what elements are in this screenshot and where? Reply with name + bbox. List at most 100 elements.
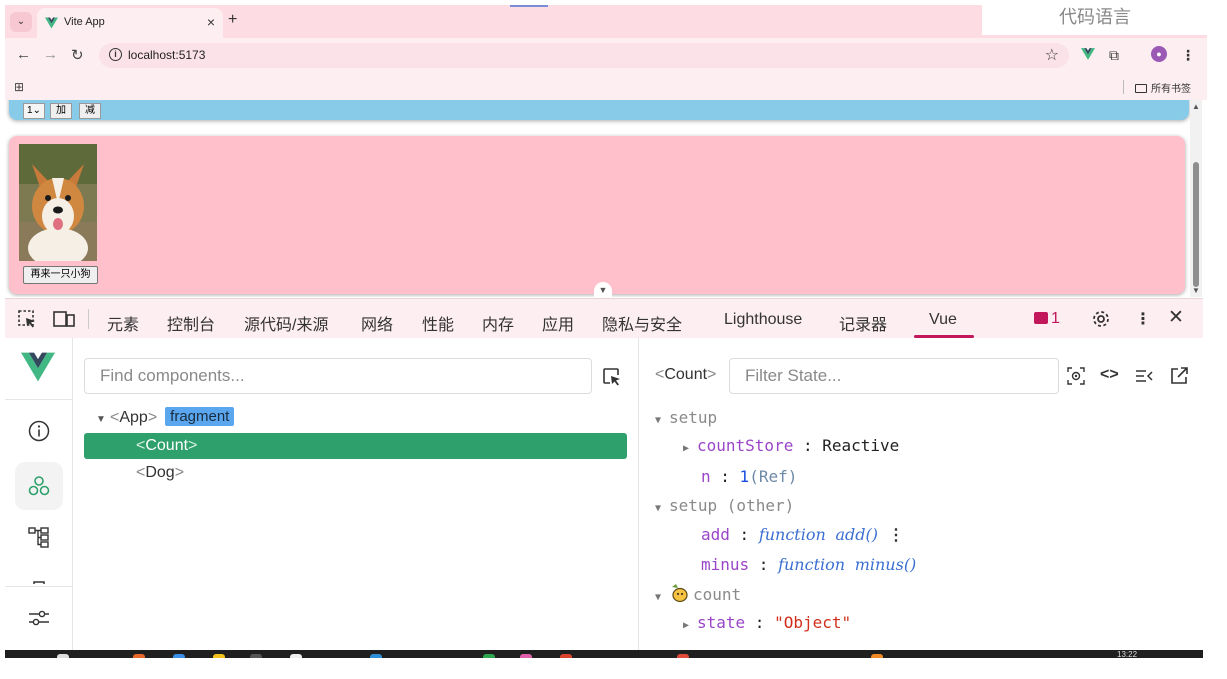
open-in-editor-icon[interactable] (1169, 366, 1189, 391)
vue-favicon-icon (45, 16, 58, 34)
taskbar-app-icon[interactable] (173, 654, 185, 658)
folder-icon (1135, 84, 1147, 93)
tree-node-count[interactable]: <Count> (84, 433, 627, 459)
taskbar-app-icon[interactable] (290, 654, 302, 658)
state-row-countstore[interactable]: ▶ countStore : Reactive (683, 435, 899, 460)
taskbar-app-icon[interactable] (133, 654, 145, 658)
address-bar[interactable]: i localhost:5173 ☆ (99, 43, 1069, 68)
state-row-state[interactable]: ▶ state : "Object" (683, 612, 851, 637)
devtools-tab-8[interactable]: Lighthouse (724, 311, 802, 329)
component-tree-pane: Find components... ▼ <App> fragment <Count… (73, 338, 639, 650)
device-toolbar-icon[interactable] (53, 309, 75, 334)
devtools-tab-1[interactable]: 控制台 (167, 311, 215, 335)
component-state-pane: <Count> Filter State... <> ▼ setup ▶ count… (639, 338, 1203, 650)
more-actions-icon[interactable]: ⋮ (888, 525, 904, 544)
devtools-resize-handle[interactable]: ▼ (594, 282, 612, 297)
devtools-menu-icon[interactable]: ⋮ (1135, 309, 1151, 329)
tree-node-app[interactable]: ▼ <App> fragment (84, 405, 627, 431)
step-select[interactable]: 1⌄ (23, 103, 45, 119)
apps-grid-icon[interactable]: ⊞ (14, 80, 24, 94)
section-setup[interactable]: ▼ setup (655, 407, 717, 432)
section-label: setup (other) (669, 496, 795, 515)
collapse-all-icon[interactable] (1134, 366, 1154, 391)
state-key: add (701, 525, 730, 544)
all-bookmarks-label: 所有书签 (1151, 84, 1191, 95)
forward-arrow-icon[interactable]: → (43, 46, 58, 63)
devtools-tab-6[interactable]: 应用 (542, 311, 574, 335)
collapse-arrow-icon[interactable]: ▼ (655, 498, 669, 520)
devtools-tab-7[interactable]: 隐私与安全 (602, 311, 682, 335)
bookmarks-separator (1123, 80, 1124, 94)
devtools-tab-2[interactable]: 源代码/来源 (244, 311, 328, 335)
collapse-arrow-icon[interactable]: ▼ (655, 587, 669, 609)
issues-counter[interactable]: 1 (1034, 310, 1060, 328)
settings-tab[interactable] (15, 594, 63, 642)
close-devtools-icon[interactable]: ✕ (1168, 306, 1184, 329)
settings-gear-icon[interactable] (1091, 309, 1111, 334)
devtools-tab-4[interactable]: 性能 (422, 311, 454, 335)
taskbar-app-icon[interactable] (250, 654, 262, 658)
devtools-tab-3[interactable]: 网络 (361, 311, 393, 335)
section-label: setup (669, 408, 718, 427)
pages-tab[interactable] (15, 513, 63, 561)
components-tab[interactable] (15, 462, 63, 510)
assets-tab[interactable] (15, 564, 63, 584)
tree-node-dog[interactable]: <Dog> (84, 460, 627, 486)
new-tab-button[interactable]: + (228, 11, 237, 29)
inspect-element-icon[interactable] (17, 309, 37, 334)
taskbar-app-icon[interactable] (213, 654, 225, 658)
expand-arrow-icon[interactable]: ▶ (683, 438, 697, 460)
taskbar-chrome-icon[interactable] (677, 654, 689, 658)
taskbar-app-icon[interactable] (520, 654, 532, 658)
inspect-dom-icon[interactable]: <> (1100, 366, 1119, 384)
another-dog-button[interactable]: 再来一只小狗 (23, 266, 98, 284)
bookmarks-bar: ⊞ 所有书签 (5, 74, 1207, 100)
devtools-tab-9[interactable]: 记录器 (839, 311, 887, 335)
browser-menu-icon[interactable]: ⋮ (1181, 47, 1195, 64)
tab-search-button[interactable]: ⌄ (10, 12, 32, 32)
tab-vite-app[interactable]: Vite App × (37, 8, 223, 38)
state-key: state (697, 613, 746, 632)
store-label: count (693, 585, 742, 604)
scroll-up-icon[interactable]: ▲ (1192, 102, 1200, 111)
taskbar-app-icon[interactable] (871, 654, 883, 658)
section-pinia-store[interactable]: ▼ count (655, 583, 741, 609)
devtools-tab-5[interactable]: 内存 (482, 311, 514, 335)
collapse-arrow-icon[interactable]: ▼ (96, 407, 110, 433)
scroll-down-icon[interactable]: ▼ (1192, 286, 1200, 295)
taskbar-app-icon[interactable] (370, 654, 382, 658)
scrollbar-thumb[interactable] (1193, 162, 1199, 287)
extensions-puzzle-icon[interactable]: ⧉ (1109, 47, 1119, 64)
state-row-minus[interactable]: minus : function minus() (701, 554, 916, 576)
profile-avatar[interactable]: ● (1151, 46, 1167, 62)
bookmark-star-icon[interactable]: ☆ (1045, 45, 1059, 65)
tab-close-button[interactable]: × (207, 14, 215, 30)
vue-devtools-extension-icon[interactable] (1081, 47, 1095, 63)
site-info-icon[interactable]: i (109, 48, 122, 61)
page-scrollbar[interactable]: ▲ ▼ (1190, 100, 1202, 297)
scroll-to-component-icon[interactable] (1066, 366, 1086, 391)
taskbar-search-icon[interactable] (57, 654, 69, 658)
dog-image (19, 144, 97, 261)
find-components-input[interactable]: Find components... (84, 358, 592, 394)
select-component-picker-icon[interactable] (602, 367, 622, 392)
devtools-tab-0[interactable]: 元素 (107, 311, 139, 335)
reload-icon[interactable]: ↻ (71, 46, 84, 64)
state-row-n[interactable]: n : 1(Ref) (701, 466, 797, 488)
section-setup-other[interactable]: ▼ setup (other) (655, 495, 794, 520)
taskbar-app-icon[interactable] (560, 654, 572, 658)
taskbar-clock: 13:22 (1117, 650, 1138, 658)
tab-strip: ⌄ Vite App × + 代码语言 (5, 5, 1208, 38)
all-bookmarks-button[interactable]: 所有书签 (1135, 80, 1191, 95)
collapse-arrow-icon[interactable]: ▼ (655, 410, 669, 432)
overview-tab[interactable] (15, 407, 63, 455)
state-key: minus (701, 555, 750, 574)
filter-state-input[interactable]: Filter State... (729, 358, 1059, 394)
state-row-add[interactable]: add : function add() ⋮ (701, 524, 904, 546)
minus-button[interactable]: 减 (79, 103, 101, 119)
taskbar-app-icon[interactable] (483, 654, 495, 658)
expand-arrow-icon[interactable]: ▶ (683, 615, 697, 637)
devtools-tab-10[interactable]: Vue (929, 311, 957, 329)
back-arrow-icon[interactable]: ← (16, 46, 31, 63)
add-button[interactable]: 加 (50, 103, 72, 119)
